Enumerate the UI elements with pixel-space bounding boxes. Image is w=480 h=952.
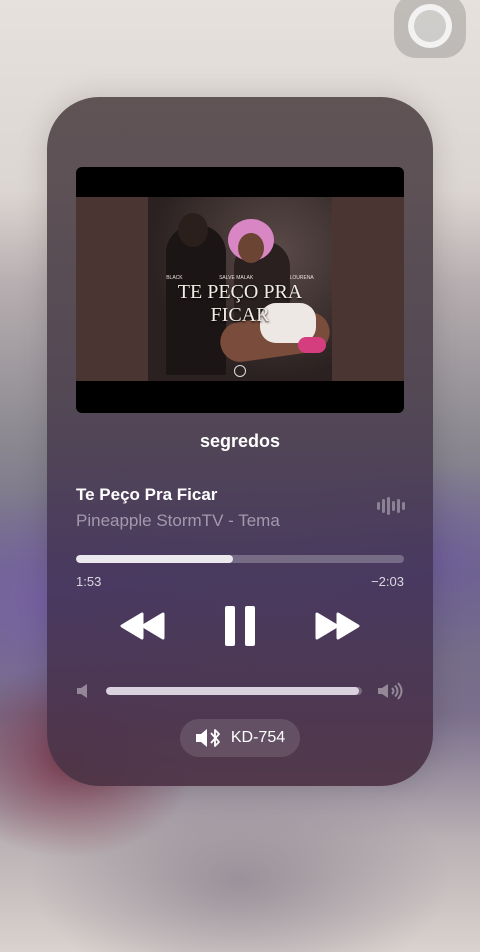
volume-high-icon [378,682,403,700]
letterbox-left [76,197,148,381]
letterbox-right [332,197,404,381]
bluetooth-speaker-icon [195,729,220,747]
video-player[interactable]: BLACK SALVE MALAK LOURENA TE PEÇO PRA FI… [76,167,404,413]
now-playing-card: BLACK SALVE MALAK LOURENA TE PEÇO PRA FI… [47,97,433,786]
fast-forward-icon [315,612,360,640]
airplay-title: segredos [199,431,281,451]
album-cover: BLACK SALVE MALAK LOURENA TE PEÇO PRA FI… [148,197,332,381]
cover-title: TE PEÇO PRA FICAR [177,281,303,326]
cover-figure-shoe [298,337,326,353]
cover-figure-man-head [178,213,208,247]
assistive-touch-icon [408,4,452,48]
volume-low-icon [77,684,87,698]
remaining-time: −2:03 [371,574,404,589]
pause-button[interactable] [217,603,263,649]
song-title[interactable]: Te Peço Pra Ficar [76,485,217,505]
assistive-touch-button[interactable] [394,0,466,58]
output-device-button[interactable]: KD-754 [180,719,300,757]
elapsed-time: 1:53 [76,574,102,589]
volume-slider[interactable] [106,687,362,695]
rewind-icon [120,612,165,640]
output-device-label: KD-754 [230,729,286,746]
fast-forward-button[interactable] [311,603,363,649]
rewind-button[interactable] [117,603,169,649]
song-subtitle[interactable]: Pineapple StormTV - Tema [76,511,280,531]
cover-logo [234,365,246,377]
playback-progress-fill [76,555,234,563]
volume-fill [106,687,360,695]
waveform-icon [377,497,405,515]
playback-scrubber[interactable] [76,555,404,563]
pause-icon [225,606,255,646]
cover-figure-face [238,233,264,263]
